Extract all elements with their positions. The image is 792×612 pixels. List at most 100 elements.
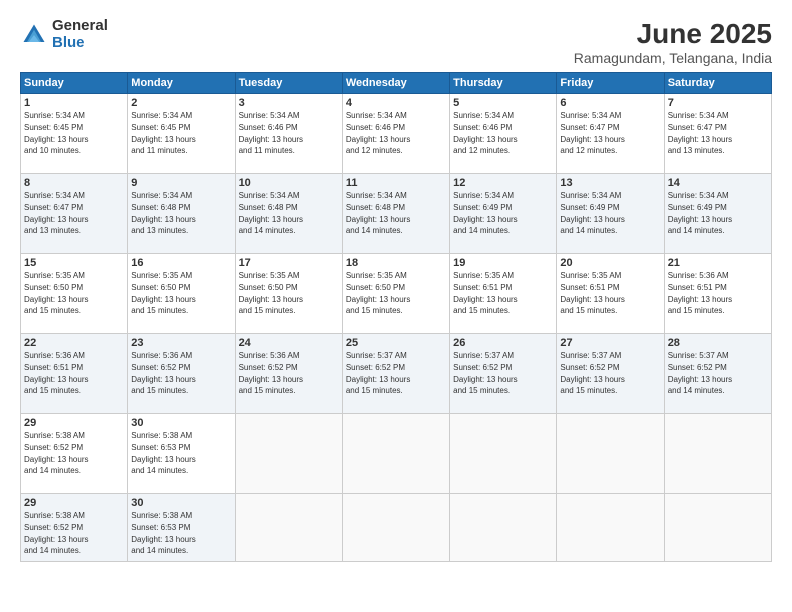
day-number: 29 [24,417,124,429]
col-friday: Friday [557,73,664,94]
main-title: June 2025 [574,18,772,50]
day-number: 6 [560,97,660,109]
day-info: Sunrise: 5:34 AM Sunset: 6:46 PM Dayligh… [346,111,410,155]
table-row: 29Sunrise: 5:38 AM Sunset: 6:52 PM Dayli… [21,414,128,494]
table-row [557,494,664,562]
col-monday: Monday [128,73,235,94]
day-info: Sunrise: 5:34 AM Sunset: 6:46 PM Dayligh… [239,111,303,155]
day-number: 5 [453,97,553,109]
day-number: 18 [346,257,446,269]
header-row: Sunday Monday Tuesday Wednesday Thursday… [21,73,772,94]
day-info: Sunrise: 5:34 AM Sunset: 6:47 PM Dayligh… [668,111,732,155]
table-row: 26 Sunrise: 5:37 AM Sunset: 6:52 PM Dayli… [450,334,557,414]
day-number: 15 [24,257,124,269]
page: General Blue June 2025 Ramagundam, Telan… [0,0,792,612]
table-row: 9Sunrise: 5:34 AM Sunset: 6:48 PM Daylig… [128,174,235,254]
table-row: 1 Sunrise: 5:34 AM Sunset: 6:45 PM Daylig… [21,94,128,174]
day-number: 25 [346,337,446,349]
table-row: 14Sunrise: 5:34 AM Sunset: 6:49 PM Dayli… [664,174,771,254]
day-info: Sunrise: 5:35 AM Sunset: 6:51 PM Dayligh… [453,271,517,315]
table-row: 30Sunrise: 5:38 AM Sunset: 6:53 PM Dayli… [128,414,235,494]
day-info: Sunrise: 5:35 AM Sunset: 6:50 PM Dayligh… [346,271,410,315]
table-row: 18 Sunrise: 5:35 AM Sunset: 6:50 PM Dayli… [342,254,449,334]
logo-icon [20,21,48,49]
day-info: Sunrise: 5:35 AM Sunset: 6:50 PM Dayligh… [131,271,195,315]
day-info: Sunrise: 5:34 AM Sunset: 6:45 PM Dayligh… [131,111,195,155]
day-number: 10 [239,177,339,189]
day-number: 12 [453,177,553,189]
day-info: Sunrise: 5:38 AM Sunset: 6:53 PM Dayligh… [131,511,195,555]
day-number: 17 [239,257,339,269]
table-row: 10 Sunrise: 5:34 AM Sunset: 6:48 PM Dayli… [235,174,342,254]
day-info: Sunrise: 5:37 AM Sunset: 6:52 PM Dayligh… [668,351,732,395]
day-info: Sunrise: 5:34 AM Sunset: 6:47 PM Dayligh… [560,111,624,155]
col-saturday: Saturday [664,73,771,94]
calendar-table: Sunday Monday Tuesday Wednesday Thursday… [20,72,772,562]
table-row: 23Sunrise: 5:36 AM Sunset: 6:52 PM Dayli… [128,334,235,414]
day-number: 2 [131,97,231,109]
table-row: 8Sunrise: 5:34 AM Sunset: 6:47 PM Daylig… [21,174,128,254]
day-number: 20 [560,257,660,269]
day-number: 27 [560,337,660,349]
subtitle: Ramagundam, Telangana, India [574,50,772,66]
day-info: Sunrise: 5:35 AM Sunset: 6:50 PM Dayligh… [24,271,88,315]
day-info: Sunrise: 5:38 AM Sunset: 6:53 PM Dayligh… [131,431,195,475]
calendar-week-1: 8Sunrise: 5:34 AM Sunset: 6:47 PM Daylig… [21,174,772,254]
day-info: Sunrise: 5:36 AM Sunset: 6:52 PM Dayligh… [131,351,195,395]
day-info: Sunrise: 5:34 AM Sunset: 6:45 PM Dayligh… [24,111,88,155]
day-info: Sunrise: 5:34 AM Sunset: 6:49 PM Dayligh… [560,191,624,235]
table-row: 4Sunrise: 5:34 AM Sunset: 6:46 PM Daylig… [342,94,449,174]
day-number: 24 [239,337,339,349]
table-row [342,414,449,494]
table-row [557,414,664,494]
day-info: Sunrise: 5:37 AM Sunset: 6:52 PM Dayligh… [453,351,517,395]
table-row: 30 Sunrise: 5:38 AM Sunset: 6:53 PM Dayli… [128,494,235,562]
logo-text: General Blue [52,18,108,51]
day-number: 8 [24,177,124,189]
calendar-week-0: 1 Sunrise: 5:34 AM Sunset: 6:45 PM Daylig… [21,94,772,174]
day-number: 21 [668,257,768,269]
day-number: 29 [24,497,124,509]
calendar-week-5: 29Sunrise: 5:38 AM Sunset: 6:52 PM Dayli… [21,494,772,562]
col-sunday: Sunday [21,73,128,94]
day-number: 1 [24,97,124,109]
table-row: 17 Sunrise: 5:35 AM Sunset: 6:50 PM Dayli… [235,254,342,334]
title-block: June 2025 Ramagundam, Telangana, India [574,18,772,66]
table-row: 27 Sunrise: 5:37 AM Sunset: 6:52 PM Dayli… [557,334,664,414]
table-row: 2 Sunrise: 5:34 AM Sunset: 6:45 PM Daylig… [128,94,235,174]
col-tuesday: Tuesday [235,73,342,94]
calendar-week-4: 29Sunrise: 5:38 AM Sunset: 6:52 PM Dayli… [21,414,772,494]
table-row: 7 Sunrise: 5:34 AM Sunset: 6:47 PM Daylig… [664,94,771,174]
day-number: 7 [668,97,768,109]
table-row [450,494,557,562]
table-row: 12Sunrise: 5:34 AM Sunset: 6:49 PM Dayli… [450,174,557,254]
day-info: Sunrise: 5:36 AM Sunset: 6:52 PM Dayligh… [239,351,303,395]
day-info: Sunrise: 5:37 AM Sunset: 6:52 PM Dayligh… [560,351,624,395]
table-row [450,414,557,494]
table-row: 3 Sunrise: 5:34 AM Sunset: 6:46 PM Daylig… [235,94,342,174]
day-number: 22 [24,337,124,349]
day-number: 11 [346,177,446,189]
table-row: 11Sunrise: 5:34 AM Sunset: 6:48 PM Dayli… [342,174,449,254]
table-row: 25Sunrise: 5:37 AM Sunset: 6:52 PM Dayli… [342,334,449,414]
day-number: 30 [131,497,231,509]
day-number: 19 [453,257,553,269]
logo-general: General [52,18,108,35]
day-number: 9 [131,177,231,189]
logo: General Blue [20,18,108,51]
table-row: 5Sunrise: 5:34 AM Sunset: 6:46 PM Daylig… [450,94,557,174]
table-row: 19 Sunrise: 5:35 AM Sunset: 6:51 PM Dayli… [450,254,557,334]
day-info: Sunrise: 5:35 AM Sunset: 6:50 PM Dayligh… [239,271,303,315]
table-row [342,494,449,562]
day-number: 14 [668,177,768,189]
day-number: 26 [453,337,553,349]
table-row: 15 Sunrise: 5:35 AM Sunset: 6:50 PM Dayli… [21,254,128,334]
day-number: 3 [239,97,339,109]
table-row: 16Sunrise: 5:35 AM Sunset: 6:50 PM Dayli… [128,254,235,334]
table-row: 22Sunrise: 5:36 AM Sunset: 6:51 PM Dayli… [21,334,128,414]
table-row: 13Sunrise: 5:34 AM Sunset: 6:49 PM Dayli… [557,174,664,254]
table-row [664,414,771,494]
col-wednesday: Wednesday [342,73,449,94]
day-info: Sunrise: 5:34 AM Sunset: 6:48 PM Dayligh… [239,191,303,235]
table-row: 28Sunrise: 5:37 AM Sunset: 6:52 PM Dayli… [664,334,771,414]
